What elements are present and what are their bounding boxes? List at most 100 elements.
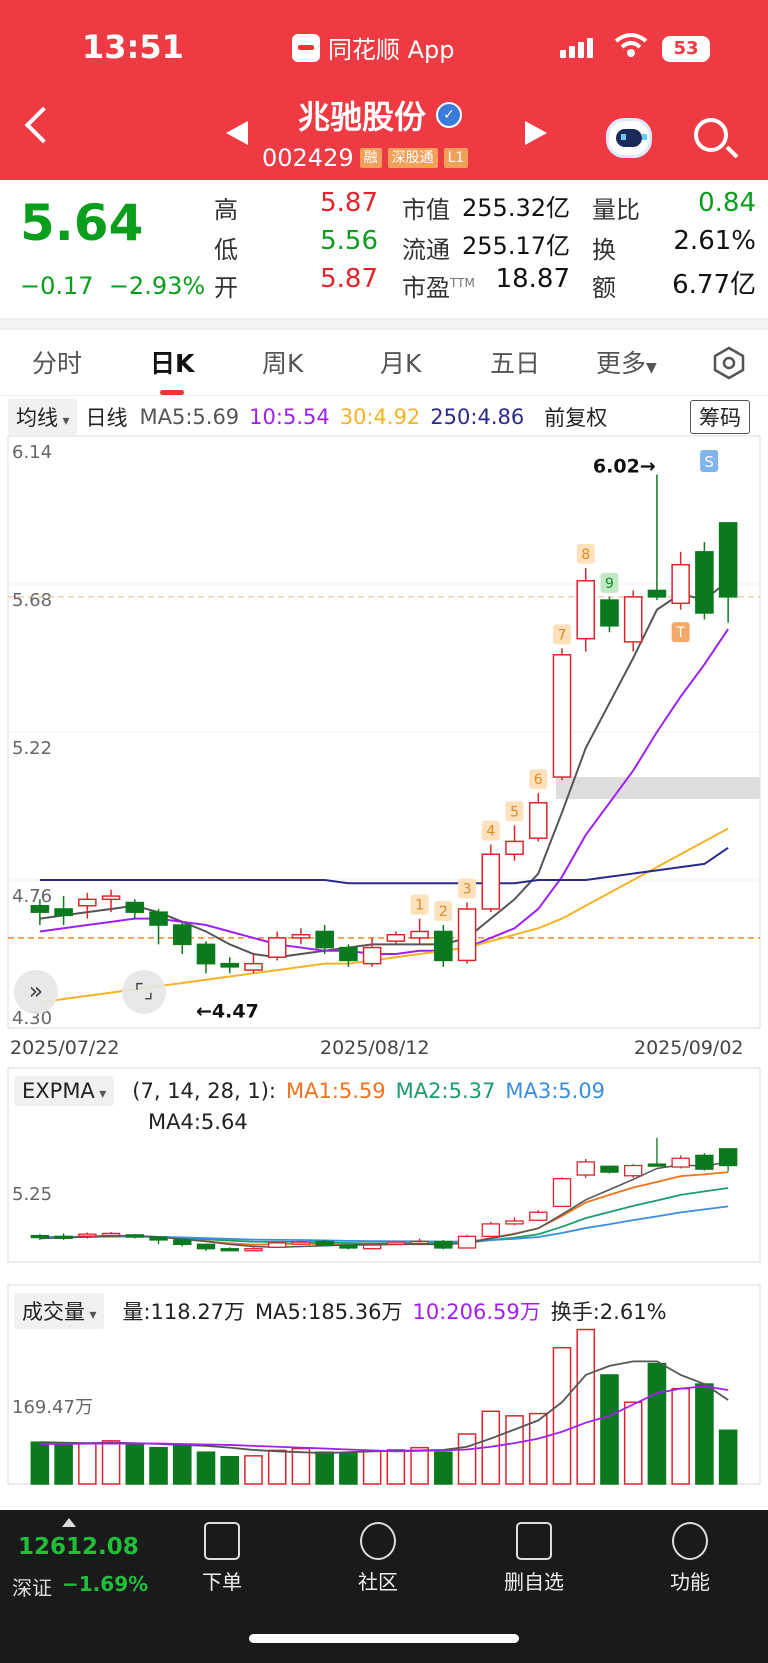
volume-bar	[552, 1346, 572, 1485]
fullscreen-icon[interactable]: ⌜⌟	[122, 970, 166, 1014]
candle-body	[101, 895, 121, 901]
candle-body	[267, 937, 287, 958]
expma-candle-body	[624, 1164, 643, 1177]
nav-community[interactable]: 社区	[318, 1522, 438, 1595]
expma-candle-body	[220, 1248, 239, 1252]
expma-candle-body	[647, 1163, 667, 1167]
expma-candle-body	[576, 1161, 595, 1176]
expma-candle-body	[101, 1232, 121, 1237]
remove-watchlist-icon	[516, 1522, 552, 1560]
y-axis-label: 6.14	[12, 442, 52, 463]
index-value[interactable]: 12612.08	[18, 1534, 139, 1560]
expma-y-label: 5.25	[12, 1184, 52, 1205]
nav-remove-label: 删自选	[504, 1570, 564, 1594]
expand-panel-icon[interactable]: »	[14, 970, 58, 1014]
td-count-label: 1	[415, 898, 424, 914]
volume-bar	[30, 1441, 50, 1485]
expma-candle-body	[600, 1165, 619, 1173]
volume-bar	[647, 1362, 667, 1485]
volume-bar	[671, 1387, 690, 1485]
td-count-label: 4	[486, 824, 495, 840]
expma-candle-body	[196, 1243, 216, 1250]
volume-bar	[244, 1455, 263, 1485]
date-label: 2025/08/12	[320, 1037, 430, 1059]
volume-bar	[457, 1433, 477, 1485]
expma-candle-body	[362, 1244, 382, 1250]
index-up-arrow-icon[interactable]	[62, 1518, 76, 1527]
expma-params: (7, 14, 28, 1):	[132, 1079, 276, 1103]
nav-community-label: 社区	[358, 1570, 398, 1594]
y-axis-label: 5.22	[12, 738, 52, 759]
order-icon	[204, 1522, 240, 1560]
volume-bar	[600, 1374, 619, 1485]
expma-candle-body	[695, 1154, 714, 1170]
volume-bar	[54, 1443, 73, 1485]
expma-dropdown[interactable]: EXPMA	[14, 1076, 115, 1106]
community-icon	[360, 1522, 396, 1560]
candle-body	[244, 962, 263, 971]
nav-functions-label: 功能	[670, 1570, 710, 1594]
expma-candle-body	[552, 1178, 572, 1208]
expma-candle-body	[529, 1211, 548, 1221]
expma-candle-body	[78, 1233, 97, 1237]
candle-body	[576, 580, 596, 640]
td-count-label: 5	[510, 804, 519, 820]
expma-candle-body	[410, 1240, 429, 1245]
expma-candle-body	[671, 1157, 690, 1168]
volume-bar	[220, 1455, 240, 1485]
candle-body	[315, 930, 334, 949]
candle-body	[528, 802, 548, 839]
volume-y-label: 169.47万	[12, 1397, 93, 1418]
nav-remove-watchlist[interactable]: 删自选	[474, 1522, 594, 1595]
expma-ma4: MA4:5.64	[148, 1110, 248, 1134]
expma-candle-body	[339, 1244, 358, 1249]
expma-candle-body	[481, 1223, 500, 1237]
volume-bar	[125, 1443, 145, 1485]
candle-body	[125, 901, 145, 913]
td-count-label: 8	[581, 547, 590, 563]
expma-ma3: MA3:5.09	[505, 1079, 606, 1103]
nav-order-label: 下单	[202, 1570, 242, 1594]
expma-ma1: MA1:5.59	[285, 1079, 386, 1103]
candle-body	[196, 943, 216, 965]
volume-bar	[410, 1446, 429, 1485]
high-annotation: 6.02→	[593, 456, 656, 478]
volume-bar	[505, 1415, 524, 1485]
candle-body	[220, 962, 240, 968]
expma-candle-body	[173, 1239, 192, 1245]
functions-icon	[672, 1522, 708, 1560]
candle-body	[718, 522, 738, 598]
expma-candle-body	[291, 1241, 311, 1245]
volume-dropdown[interactable]: 成交量	[14, 1293, 105, 1329]
volume-bar	[172, 1444, 192, 1485]
volume-bar	[386, 1449, 406, 1485]
volume-bar	[623, 1401, 643, 1485]
nav-order[interactable]: 下单	[162, 1522, 282, 1595]
volume-bar	[149, 1446, 168, 1485]
volume-bar	[528, 1412, 548, 1485]
nav-functions[interactable]: 功能	[630, 1522, 750, 1595]
candle-body	[481, 853, 501, 910]
bottom-bar: 12612.08 深证 −1.69% 下单 社区 删自选 功能	[0, 1510, 768, 1663]
expma-candle-body	[54, 1235, 73, 1239]
td-count-label: 7	[558, 627, 567, 643]
expma-candle-body	[315, 1240, 334, 1246]
volume-bar	[78, 1442, 97, 1485]
kline-chart[interactable]: 6.145.685.224.764.301 234567896.02→←4.47S…	[0, 0, 768, 1510]
y-axis-label: 5.68	[12, 590, 52, 611]
candle-body	[30, 904, 50, 913]
candle-body	[695, 551, 714, 614]
expma-candle-body	[434, 1240, 453, 1249]
candle-body	[149, 911, 168, 926]
volume-bar	[718, 1429, 738, 1485]
candle-body	[291, 933, 311, 939]
sell-marker-label: S	[704, 453, 714, 471]
volume-bar	[339, 1452, 358, 1485]
expma-candle-body	[718, 1148, 738, 1167]
candle-body	[386, 933, 406, 942]
expma-candle-body	[386, 1241, 406, 1245]
index-name: 深证	[12, 1576, 52, 1600]
low-annotation: ←4.47	[196, 1000, 259, 1022]
home-indicator	[249, 1634, 519, 1643]
y-axis-label: 4.76	[12, 886, 52, 907]
